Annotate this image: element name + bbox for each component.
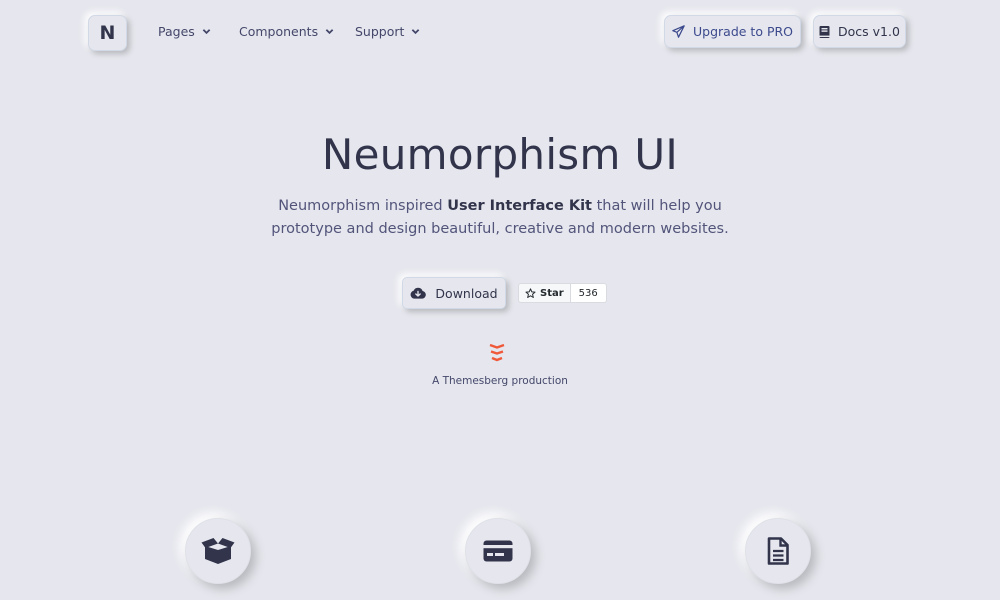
- chevron-down-icon: [202, 29, 211, 35]
- feature-file-icon-circle: [745, 518, 811, 584]
- file-alt-icon: [767, 537, 789, 565]
- github-star-button[interactable]: Star 536: [518, 283, 607, 303]
- paper-plane-icon: [672, 25, 685, 38]
- download-label: Download: [435, 285, 498, 301]
- subtitle-text: prototype and design beautiful, creative…: [271, 221, 729, 237]
- star-label: Star: [540, 287, 564, 299]
- subtitle-highlight: User Interface Kit: [447, 198, 592, 214]
- chevron-down-icon: [325, 29, 334, 35]
- docs-label: Docs v1.0: [838, 24, 900, 39]
- nav-item-components[interactable]: Components: [239, 24, 334, 39]
- github-star-left[interactable]: Star: [518, 283, 571, 303]
- production-credit: A Themesberg production: [432, 375, 568, 387]
- page-title: Neumorphism UI: [321, 130, 679, 179]
- download-button[interactable]: Download: [402, 277, 506, 309]
- credit-card-icon: [483, 540, 513, 562]
- nav-item-label: Pages: [158, 24, 195, 39]
- hero-subtitle: Neumorphism inspired User Interface Kit …: [0, 195, 1000, 241]
- star-count[interactable]: 536: [570, 283, 607, 303]
- upgrade-pro-label: Upgrade to PRO: [693, 24, 793, 39]
- nav-item-pages[interactable]: Pages: [158, 24, 211, 39]
- chevron-down-icon: [412, 29, 420, 35]
- feature-card-icon-circle: [465, 518, 531, 584]
- brand-logo[interactable]: N: [88, 15, 127, 51]
- book-icon: [819, 25, 830, 38]
- nav-item-label: Components: [239, 24, 319, 39]
- docs-button[interactable]: Docs v1.0: [813, 15, 906, 48]
- themesberg-logo[interactable]: [488, 343, 506, 363]
- nav-item-support[interactable]: Support: [355, 24, 420, 39]
- subtitle-text: that will help you: [591, 198, 722, 214]
- feature-box-icon-circle: [185, 518, 251, 584]
- upgrade-pro-button[interactable]: Upgrade to PRO: [664, 15, 801, 48]
- box-open-icon: [201, 538, 235, 564]
- subtitle-text: Neumorphism inspired: [278, 198, 448, 214]
- star-icon: [525, 287, 536, 298]
- nav-item-label: Support: [355, 24, 405, 39]
- cloud-download-icon: [410, 287, 427, 299]
